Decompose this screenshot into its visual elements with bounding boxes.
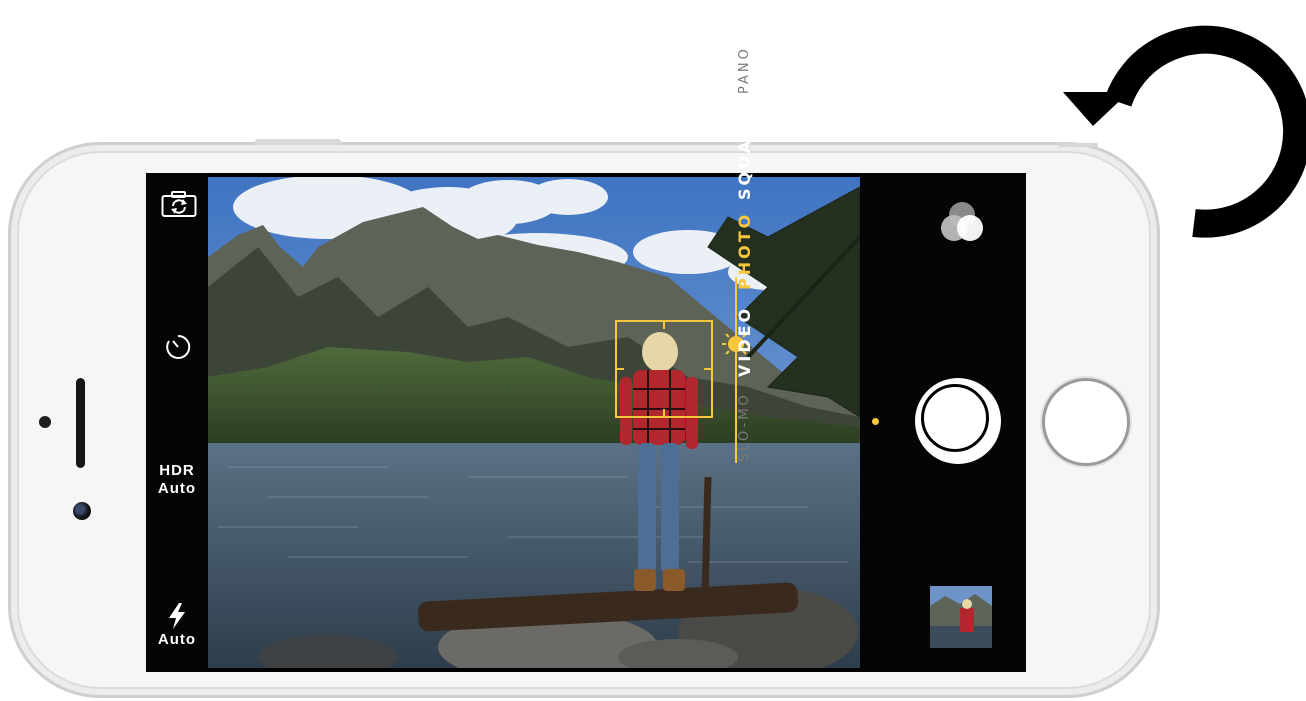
mode-square[interactable]: SQUARE (731, 109, 759, 200)
viewfinder[interactable] (208, 177, 860, 668)
shutter-button[interactable] (915, 378, 1001, 464)
filters-icon[interactable] (936, 197, 988, 249)
mode-pano[interactable]: PANO (731, 46, 759, 94)
front-camera (73, 502, 91, 520)
mode-indicator-dot (872, 418, 879, 425)
proximity-sensor (39, 416, 51, 428)
mode-video[interactable]: VIDEO (731, 306, 759, 377)
camera-left-controls: HDR Auto Auto (146, 173, 208, 672)
earpiece-speaker (76, 378, 85, 468)
mode-slo-mo[interactable]: SLO-MO (731, 392, 759, 462)
hdr-toggle[interactable]: HDR Auto (146, 462, 208, 498)
hdr-value: Auto (157, 480, 197, 497)
volume-button (255, 139, 341, 145)
timer-icon[interactable] (164, 333, 192, 361)
mode-photo[interactable]: PHOTO (731, 212, 759, 290)
power-button (1058, 143, 1098, 147)
lightning-icon[interactable] (167, 603, 187, 629)
camera-screen: HDR Auto Auto (146, 173, 1026, 672)
flash-mode-label[interactable]: Auto (146, 631, 208, 648)
hdr-label: HDR (159, 462, 195, 479)
home-button[interactable] (1042, 378, 1130, 466)
camera-mode-selector: SLO-MO VIDEO PHOTO SQUARE PANO (731, 42, 759, 462)
last-photo-thumbnail[interactable] (930, 586, 992, 648)
camera-switch-icon[interactable] (161, 190, 197, 218)
